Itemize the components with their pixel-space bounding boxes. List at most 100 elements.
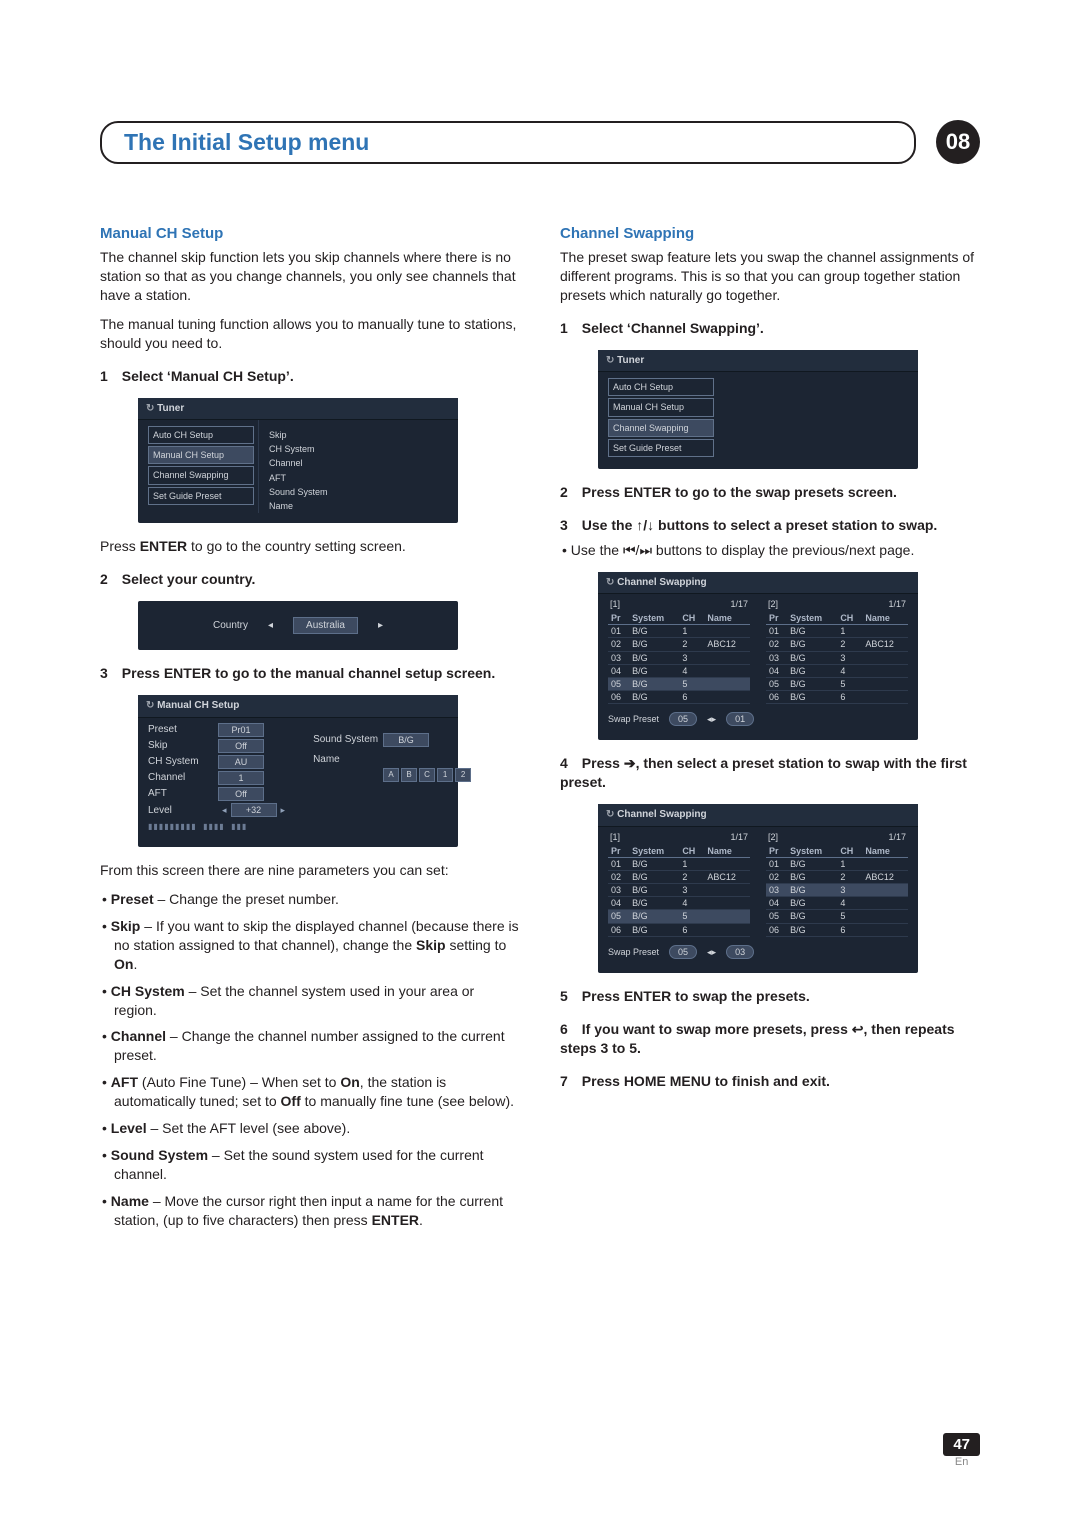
- para-tuning-intro: The manual tuning function allows you to…: [100, 315, 520, 353]
- step-6-right: 6 If you want to swap more presets, pres…: [560, 1020, 980, 1058]
- menu-item: Auto CH Setup: [148, 426, 254, 444]
- submenu-item: Name: [269, 499, 328, 513]
- swap-chip-right: 03: [726, 945, 754, 959]
- step-5-right: 5 Press ENTER to swap the presets.: [560, 987, 980, 1006]
- menu-item: Channel Swapping: [608, 419, 714, 437]
- page-lang: En: [943, 1456, 980, 1468]
- osd-swap-table-2: Channel Swapping[1]1/17PrSystemCHName01B…: [598, 804, 918, 973]
- para-swap-intro: The preset swap feature lets you swap th…: [560, 248, 980, 305]
- para-skip-intro: The channel skip function lets you skip …: [100, 248, 520, 305]
- form-label: Preset: [148, 723, 218, 737]
- param-item: Sound System – Set the sound system used…: [114, 1146, 520, 1184]
- param-item: Channel – Change the channel number assi…: [114, 1027, 520, 1065]
- value-sound-system: B/G: [383, 733, 429, 747]
- next-track-icon: ⏭: [639, 542, 652, 558]
- osd-tuner-menu: Tuner Auto CH Setup Manual CH Setup Channe…: [138, 398, 458, 523]
- osd-title: Channel Swapping: [598, 804, 918, 827]
- param-item: Skip – If you want to skip the displayed…: [114, 917, 520, 974]
- swap-chip-left: 05: [669, 712, 697, 726]
- form-value: Off: [218, 787, 264, 801]
- step-2-left: 2 Select your country.: [100, 570, 520, 589]
- form-value: +32: [231, 803, 277, 817]
- right-column: Channel Swapping The preset swap feature…: [560, 224, 980, 1238]
- submenu-item: Skip: [269, 428, 328, 442]
- osd-country: Country ◂ Australia ▸: [138, 601, 458, 651]
- form-label: Channel: [148, 771, 218, 785]
- chapter-number-badge: 08: [936, 120, 980, 164]
- form-value: AU: [218, 755, 264, 769]
- step-4-right: 4 Press ➔, then select a preset station …: [560, 754, 980, 792]
- param-item: AFT (Auto Fine Tune) – When set to On, t…: [114, 1073, 520, 1111]
- osd-decoration: ▮▮▮▮▮▮▮▮▮ ▮▮▮▮ ▮▮▮: [138, 818, 458, 837]
- arrow-left-icon: ◂: [218, 804, 231, 816]
- country-value: Australia: [293, 617, 358, 635]
- param-item: Preset – Change the preset number.: [114, 890, 520, 909]
- swap-foot-label: Swap Preset: [608, 713, 659, 725]
- submenu-item: CH System: [269, 442, 328, 456]
- arrow-right-icon: ▸: [378, 619, 383, 633]
- page-number: 47: [943, 1433, 980, 1456]
- name-char: B: [401, 768, 417, 782]
- swap-chip-right: 01: [726, 712, 754, 726]
- form-value: Off: [218, 739, 264, 753]
- osd-swap-table-1: Channel Swapping[1]1/17PrSystemCHName01B…: [598, 572, 918, 741]
- label-name: Name: [313, 753, 383, 767]
- param-item: CH System – Set the channel system used …: [114, 982, 520, 1020]
- return-arrow-icon: ↩: [852, 1021, 864, 1037]
- arrow-left-icon: ◂: [268, 619, 273, 633]
- menu-item: Set Guide Preset: [148, 487, 254, 505]
- step-2-right: 2 Press ENTER to go to the swap presets …: [560, 483, 980, 502]
- form-value: 1: [218, 771, 264, 785]
- name-boxes: ABC12: [383, 768, 471, 782]
- heading-channel-swapping: Channel Swapping: [560, 224, 980, 244]
- form-value: Pr01: [218, 723, 264, 737]
- form-label: Level: [148, 804, 218, 818]
- submenu-item: AFT: [269, 471, 328, 485]
- step-3-right: 3 Use the ↑/↓ buttons to select a preset…: [560, 516, 980, 535]
- swap-chip-left: 05: [669, 945, 697, 959]
- chapter-header: The Initial Setup menu 08: [100, 120, 980, 164]
- arrow-right-icon: ▸: [277, 804, 290, 816]
- right-arrow-icon: ➔: [624, 755, 636, 771]
- submenu-item: Channel: [269, 456, 328, 470]
- menu-item: Auto CH Setup: [608, 378, 714, 396]
- step-7-right: 7 Press HOME MENU to finish and exit.: [560, 1072, 980, 1091]
- param-list: Preset – Change the preset number. Skip –…: [100, 890, 520, 1229]
- menu-item: Manual CH Setup: [148, 446, 254, 464]
- label-sound-system: Sound System: [313, 733, 383, 747]
- form-label: Skip: [148, 739, 218, 753]
- osd-title: Tuner: [138, 398, 458, 421]
- menu-item: Set Guide Preset: [608, 439, 714, 457]
- form-label: CH System: [148, 755, 218, 769]
- step-3-left: 3 Press ENTER to go to the manual channe…: [100, 664, 520, 683]
- left-column: Manual CH Setup The channel skip functio…: [100, 224, 520, 1238]
- osd-title: Tuner: [598, 350, 918, 373]
- swap-foot-label: Swap Preset: [608, 946, 659, 958]
- swap-arrows-icon: ◂▸: [707, 713, 716, 725]
- osd-title: Manual CH Setup: [138, 695, 458, 718]
- osd-manual-ch-setup: Manual CH Setup PresetPr01SkipOffCH Syst…: [138, 695, 458, 847]
- form-label: AFT: [148, 787, 218, 801]
- param-item: Level – Set the AFT level (see above).: [114, 1119, 520, 1138]
- para-press-enter-country: Press ENTER to go to the country setting…: [100, 537, 520, 556]
- heading-manual-ch-setup: Manual CH Setup: [100, 224, 520, 244]
- name-char: C: [419, 768, 435, 782]
- osd-tuner-menu-swap: Tuner Auto CH Setup Manual CH Setup Channe…: [598, 350, 918, 469]
- name-char: A: [383, 768, 399, 782]
- chapter-title: The Initial Setup menu: [100, 121, 916, 164]
- menu-item: Channel Swapping: [148, 466, 254, 484]
- bullet-prev-next: Use the ⏮/⏭ buttons to display the previ…: [574, 541, 980, 560]
- page-footer: 47 En: [943, 1433, 980, 1468]
- name-char: 2: [455, 768, 471, 782]
- swap-arrows-icon: ◂▸: [707, 946, 716, 958]
- submenu-item: Sound System: [269, 485, 328, 499]
- para-nine-params: From this screen there are nine paramete…: [100, 861, 520, 880]
- step-1-left: 1 Select ‘Manual CH Setup’.: [100, 367, 520, 386]
- osd-title: Channel Swapping: [598, 572, 918, 595]
- param-item: Name – Move the cursor right then input …: [114, 1192, 520, 1230]
- prev-track-icon: ⏮: [623, 542, 636, 558]
- step-1-right: 1 Select ‘Channel Swapping’.: [560, 319, 980, 338]
- name-char: 1: [437, 768, 453, 782]
- country-label: Country: [213, 619, 248, 633]
- menu-item: Manual CH Setup: [608, 398, 714, 416]
